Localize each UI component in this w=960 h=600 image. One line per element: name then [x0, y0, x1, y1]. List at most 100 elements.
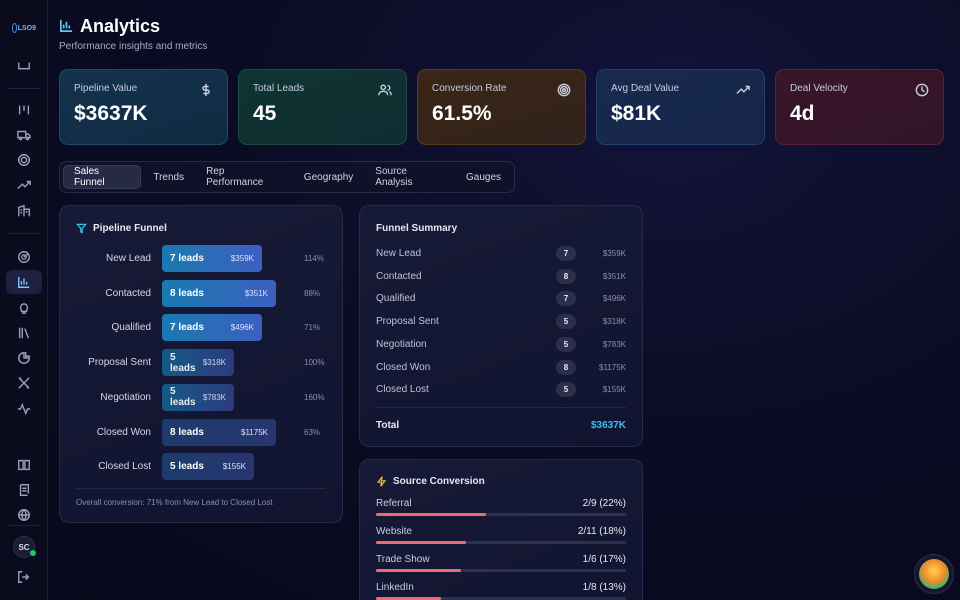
inbox-icon[interactable] [6, 54, 42, 78]
columns-icon[interactable] [6, 98, 42, 122]
funnel-percent: 114% [304, 254, 324, 263]
funnel-row: New Lead 7 leads $359K 114% [60, 245, 344, 272]
source-row: Referral 2/9 (22%) [376, 498, 626, 520]
funnel-leads: 8 leads [170, 426, 204, 438]
source-label: Trade Show [376, 554, 430, 565]
kpi-label: Conversion Rate [432, 83, 507, 94]
funnel-stage-label: Negotiation [100, 391, 151, 403]
assistant-launcher-button[interactable] [914, 554, 954, 594]
library-icon[interactable] [6, 321, 42, 345]
funnel-bar[interactable]: 5 leads $318K [162, 349, 234, 377]
truck-icon[interactable] [6, 123, 42, 147]
summary-row: Closed Lost 5 $155K [376, 382, 626, 398]
pie-icon[interactable] [6, 346, 42, 370]
analytics-tabs: Sales Funnel Trends Rep Performance Geograp… [59, 161, 515, 193]
funnel-stage-label: New Lead [105, 253, 151, 264]
page-title: Analytics [80, 16, 161, 36]
source-progress-track [376, 569, 626, 572]
funnel-row: Negotiation 5 leads $783K 160% [60, 383, 344, 411]
funnel-row: Closed Lost 5 leads $155K [60, 453, 344, 481]
funnel-row: Qualified 7 leads $496K 71% [60, 314, 344, 342]
summary-amount: $359K [602, 249, 626, 258]
filter-icon [76, 223, 87, 234]
kpi-label: Deal Velocity [790, 83, 848, 94]
tab-source-analysis[interactable]: Source Analysis [365, 165, 454, 189]
scroll-icon[interactable] [6, 478, 42, 502]
pipeline-funnel-title: Pipeline Funnel [76, 223, 167, 234]
app-logo[interactable]: LSO9 [12, 20, 36, 36]
pipeline-funnel-card: Pipeline Funnel New Lead 7 leads $359K 114%… [59, 205, 343, 523]
kpi-value: $3637K [74, 102, 148, 125]
summary-stage-label: Closed Lost [376, 384, 429, 396]
summary-count-badge: 5 [556, 336, 576, 352]
summary-amount: $496K [602, 294, 626, 304]
source-row: LinkedIn 1/8 (13%) [376, 582, 626, 600]
summary-total-label: Total [376, 420, 400, 431]
radar-icon[interactable] [6, 245, 42, 269]
summary-stage-label: Contacted [376, 270, 422, 282]
funnel-bar[interactable]: 8 leads $351K [162, 279, 276, 307]
tab-geography[interactable]: Geography [294, 165, 363, 189]
globe-icon[interactable] [6, 503, 42, 527]
funnel-bar[interactable]: 7 leads $496K [162, 314, 262, 342]
funnel-bar[interactable]: 5 leads $783K [162, 383, 234, 411]
summary-row: Contacted 8 $351K [376, 268, 626, 285]
funnel-bar[interactable]: 5 leads $155K [162, 453, 254, 481]
tab-gauges[interactable]: Gauges [456, 165, 511, 189]
funnel-leads: 5 leads [170, 351, 196, 374]
funnel-summary-card: Funnel Summary New Lead 7 $359K Contacted 8 $… [359, 205, 643, 447]
funnel-amount: $783K [202, 392, 226, 402]
summary-row: New Lead 7 $359K [376, 246, 626, 262]
kpi-label: Avg Deal Value [611, 83, 680, 94]
summary-count-badge: 5 [556, 314, 576, 330]
funnel-bar[interactable]: 8 leads $1175K [162, 418, 276, 446]
summary-amount: $318K [602, 317, 626, 327]
summary-stage-label: Negotiation [376, 338, 427, 350]
summary-row: Closed Won 8 $1175K [376, 359, 626, 376]
funnel-leads: 5 leads [170, 461, 204, 473]
activity-icon[interactable] [6, 397, 42, 421]
summary-stage-label: Qualified [376, 293, 416, 305]
dollar-icon [199, 83, 213, 97]
source-progress-fill [376, 569, 461, 572]
kpi-card-deal-velocity: Deal Velocity 4d [775, 69, 944, 145]
funnel-amount: $318K [202, 358, 226, 368]
funnel-footer: Overall conversion: 71% from New Lead to… [76, 498, 273, 507]
kpi-value: 61.5% [432, 102, 492, 125]
kpi-card-total-leads: Total Leads 45 [238, 69, 407, 145]
chart-icon[interactable] [6, 270, 42, 294]
kpi-value: 45 [253, 102, 277, 125]
lightning-icon [376, 476, 387, 487]
summary-count-badge: 7 [556, 246, 576, 261]
lightbulb-icon[interactable] [6, 296, 42, 320]
funnel-percent: 160% [304, 392, 325, 402]
funnel-row: Contacted 8 leads $351K 88% [60, 279, 344, 307]
kpi-value: 4d [790, 102, 815, 125]
tab-trends[interactable]: Trends [143, 165, 194, 189]
funnel-bar[interactable]: 7 leads $359K [162, 245, 262, 272]
source-conversion-title: Source Conversion [376, 476, 485, 487]
tools-icon[interactable] [6, 371, 42, 395]
funnel-percent: 63% [304, 427, 321, 437]
logout-icon[interactable] [6, 565, 42, 589]
summary-row: Proposal Sent 5 $318K [376, 314, 626, 330]
summary-stage-label: Closed Won [376, 361, 431, 373]
trending-icon[interactable] [6, 173, 42, 197]
trending-up-icon [736, 83, 750, 97]
tab-rep-performance[interactable]: Rep Performance [196, 165, 292, 189]
summary-count-badge: 8 [556, 268, 576, 284]
clock-icon [915, 83, 929, 97]
assistant-avatar-icon [919, 559, 949, 589]
funnel-leads: 7 leads [170, 253, 204, 264]
funnel-percent: 88% [304, 288, 321, 298]
book-icon[interactable] [6, 453, 42, 477]
source-progress-track [376, 541, 626, 544]
funnel-row: Closed Won 8 leads $1175K 63% [60, 418, 344, 446]
target-icon[interactable] [6, 148, 42, 172]
source-value: 1/8 (13%) [582, 582, 626, 593]
kpi-card-pipeline-value: Pipeline Value $3637K [59, 69, 228, 145]
tab-sales-funnel[interactable]: Sales Funnel [63, 165, 142, 189]
building-icon[interactable] [6, 199, 42, 223]
user-avatar[interactable]: SC [13, 536, 36, 558]
source-progress-fill [376, 541, 466, 544]
